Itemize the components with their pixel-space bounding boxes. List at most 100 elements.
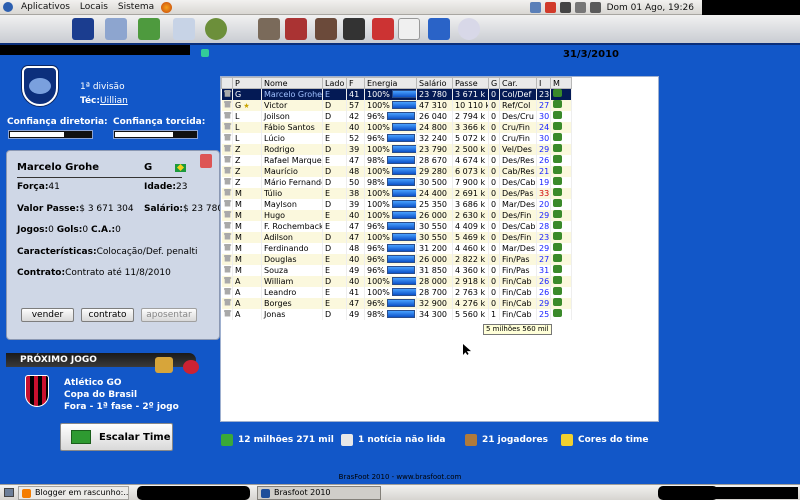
cell-car[interactable]: Des/Cru xyxy=(499,110,537,122)
table-row[interactable]: Z Rodrigo D 39 100% 23 790 2 500 k 0 Vel/Des 29 xyxy=(221,143,572,155)
table-row[interactable]: A William D 40 100% 28 000 2 918 k 0 Fin/Cab 26 xyxy=(221,275,572,287)
cell-nome[interactable]: Fábio Santos xyxy=(261,121,323,133)
table-row[interactable]: M F. Rochemback E 47 96% 30 550 4 409 k 0 Des/Ca… xyxy=(221,220,572,232)
cell-car[interactable]: Fin/Pas xyxy=(499,253,537,265)
coach-name[interactable]: Uillian xyxy=(100,96,128,106)
cell-nome[interactable]: Adilson xyxy=(261,231,323,243)
col-salario[interactable]: Salário xyxy=(416,77,453,89)
col-f[interactable]: F xyxy=(346,77,365,89)
col-car[interactable]: Car. xyxy=(499,77,537,89)
firefox-launcher-icon[interactable] xyxy=(161,1,173,13)
cell-car[interactable]: Col/Def xyxy=(499,88,537,100)
cell-nome[interactable]: Túlio xyxy=(261,187,323,199)
col-i[interactable]: I xyxy=(536,77,551,89)
cell-car[interactable]: Des/Fin xyxy=(499,231,537,243)
cell-car[interactable]: Des/Res xyxy=(499,154,537,166)
ball-icon[interactable] xyxy=(553,265,562,273)
col-energia[interactable]: Energia xyxy=(364,77,417,89)
cell-nome[interactable]: Maurício xyxy=(261,165,323,177)
calendar-icon[interactable] xyxy=(105,18,127,40)
ball-icon[interactable] xyxy=(553,100,562,108)
cell-car[interactable]: Des/Pas xyxy=(499,187,537,199)
cell-car[interactable]: Mar/Des xyxy=(499,198,537,210)
chart-icon[interactable] xyxy=(173,18,195,40)
dice-icon[interactable] xyxy=(398,18,420,40)
cell-nome[interactable]: Jonas xyxy=(261,308,323,320)
player-photo-icon[interactable] xyxy=(200,154,212,168)
table-row[interactable]: M Douglas E 40 96% 26 000 2 822 k 0 Fin/Pas 27 xyxy=(221,253,572,265)
menu-aplicativos[interactable]: Aplicativos xyxy=(16,2,75,12)
cell-car[interactable]: Des/Cab xyxy=(499,220,537,232)
cell-car[interactable]: Des/Cab xyxy=(499,176,537,188)
cell-nome[interactable]: Douglas xyxy=(261,253,323,265)
vender-button[interactable]: vender xyxy=(21,308,74,322)
ball-icon[interactable] xyxy=(553,133,562,141)
cell-nome[interactable]: Mário Fernandes xyxy=(261,176,323,188)
doctor-icon[interactable] xyxy=(372,18,394,40)
table-row[interactable]: L Joilson D 42 96% 26 040 2 794 k 0 Des/Cru 30 xyxy=(221,110,572,122)
cell-nome[interactable]: Leandro xyxy=(261,286,323,298)
col-m[interactable]: M xyxy=(550,77,572,89)
cell-car[interactable]: Cru/Fin xyxy=(499,121,537,133)
cell-nome[interactable]: Rafael Marques xyxy=(261,154,323,166)
cell-nome[interactable]: Rodrigo xyxy=(261,143,323,155)
cell-nome[interactable]: Joilson xyxy=(261,110,323,122)
table-row[interactable]: M Túlio E 38 100% 24 400 2 691 k 0 Des/Pas 33 xyxy=(221,187,572,199)
contrato-button[interactable]: contrato xyxy=(81,308,134,322)
cell-car[interactable]: Vel/Des xyxy=(499,143,537,155)
ball-icon[interactable] xyxy=(553,243,562,251)
map-icon[interactable] xyxy=(155,357,173,373)
coach-icon[interactable] xyxy=(315,18,337,40)
fedora-logo-icon[interactable] xyxy=(3,2,13,12)
money-info[interactable]: 12 milhões 271 mil xyxy=(221,434,334,446)
ball-icon[interactable] xyxy=(553,210,562,218)
mail-icon[interactable] xyxy=(574,2,586,13)
table-row[interactable]: Z Rafael Marques E 47 98% 28 670 4 674 k 0 Des/R… xyxy=(221,154,572,166)
ball-icon[interactable] xyxy=(553,298,562,306)
network-icon[interactable] xyxy=(529,2,541,13)
cell-car[interactable]: Fin/Cab xyxy=(499,308,537,320)
table-row[interactable]: A Leandro E 41 100% 28 700 2 763 k 0 Fin/Cab 26 xyxy=(221,286,572,298)
volume-icon[interactable] xyxy=(559,2,571,13)
task-blogger[interactable]: Blogger em rascunho:... xyxy=(18,486,129,500)
help-icon[interactable] xyxy=(458,18,480,40)
ball-icon[interactable] xyxy=(553,276,562,284)
show-desktop-icon[interactable] xyxy=(4,488,14,497)
cell-car[interactable]: Ref/Col xyxy=(499,99,537,111)
col-passe[interactable]: Passe xyxy=(452,77,489,89)
table-row[interactable]: L Lúcio E 52 96% 32 240 5 072 k 0 Cru/Fin 30 xyxy=(221,132,572,144)
cell-nome[interactable]: Marcelo Grohe xyxy=(261,88,323,100)
team-colors-info[interactable]: Cores do time xyxy=(561,434,648,446)
ball-icon[interactable] xyxy=(553,309,562,317)
ball-icon[interactable] xyxy=(553,155,562,163)
cell-car[interactable]: Fin/Cab xyxy=(499,286,537,298)
whistle-icon[interactable] xyxy=(183,360,199,374)
cell-car[interactable]: Cab/Res xyxy=(499,165,537,177)
table-row[interactable]: G ★ Victor D 57 100% 47 310 10 110 k 0 Ref/Col 27 xyxy=(221,99,572,111)
save-disk-icon[interactable] xyxy=(72,18,94,40)
cell-nome[interactable]: Maylson xyxy=(261,198,323,210)
table-row[interactable]: Z Maurício D 48 100% 29 280 6 073 k 0 Cab/Res 21 xyxy=(221,165,572,177)
update-icon[interactable] xyxy=(544,2,556,13)
ball-icon[interactable] xyxy=(553,144,562,152)
ball-icon[interactable] xyxy=(553,166,562,174)
cell-nome[interactable]: Borges xyxy=(261,297,323,309)
cell-nome[interactable]: William xyxy=(261,275,323,287)
task-brasfoot[interactable]: Brasfoot 2010 xyxy=(257,486,381,500)
cell-car[interactable]: Mar/Des xyxy=(499,242,537,254)
ball-icon[interactable] xyxy=(553,111,562,119)
table-row[interactable]: M Maylson D 39 100% 25 350 3 686 k 0 Mar/Des 20 xyxy=(221,198,572,210)
transfer-icon[interactable] xyxy=(285,18,307,40)
cell-nome[interactable]: Souza xyxy=(261,264,323,276)
ball-icon[interactable] xyxy=(553,199,562,207)
ball-icon[interactable] xyxy=(553,177,562,185)
cell-nome[interactable]: Victor xyxy=(261,99,323,111)
table-row[interactable]: M Hugo E 40 100% 26 000 2 630 k 0 Des/Fin 29 xyxy=(221,209,572,221)
clock[interactable]: Dom 01 Ago, 19:26 xyxy=(607,3,694,13)
table-row[interactable]: L Fábio Santos E 40 100% 24 800 3 366 k 0 Cru/Fi… xyxy=(221,121,572,133)
table-row[interactable]: M Ferdinando D 48 96% 31 200 4 460 k 0 Mar/Des 29 xyxy=(221,242,572,254)
stadium-icon[interactable] xyxy=(205,18,227,40)
cell-nome[interactable]: F. Rochemback xyxy=(261,220,323,232)
col-p[interactable]: P xyxy=(232,77,262,89)
cell-nome[interactable]: Ferdinando xyxy=(261,242,323,254)
